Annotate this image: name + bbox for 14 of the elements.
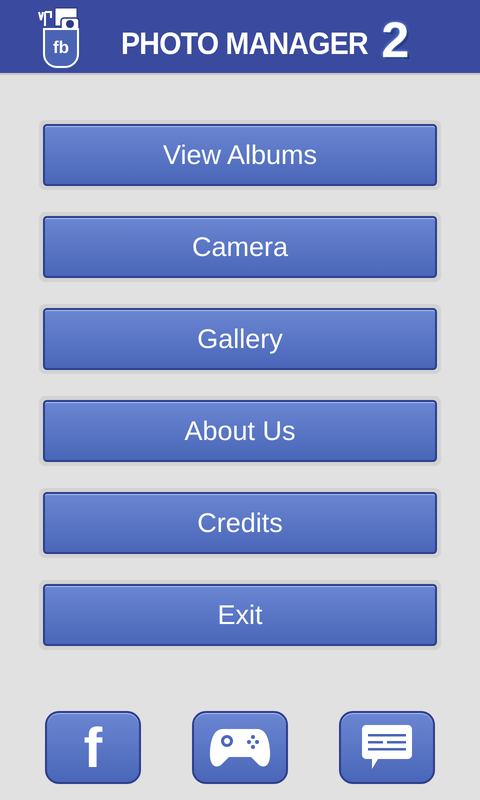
chat-button[interactable] bbox=[339, 711, 435, 784]
menu-button[interactable]: View Albums bbox=[43, 124, 437, 186]
menu-button[interactable]: Camera bbox=[43, 216, 437, 278]
menu-button[interactable]: Exit bbox=[43, 584, 437, 646]
logo-text: fb bbox=[52, 39, 70, 56]
chat-bubble-icon bbox=[362, 724, 412, 770]
menu-button[interactable]: About Us bbox=[43, 400, 437, 462]
facebook-button[interactable]: f bbox=[45, 711, 141, 784]
menu-button[interactable]: Gallery bbox=[43, 308, 437, 370]
game-controller-icon bbox=[209, 726, 271, 768]
app-title: PHOTO MANAGER bbox=[121, 28, 368, 58]
menu-button[interactable]: Credits bbox=[43, 492, 437, 554]
version-number: 2 bbox=[381, 14, 410, 64]
games-button[interactable] bbox=[192, 711, 288, 784]
